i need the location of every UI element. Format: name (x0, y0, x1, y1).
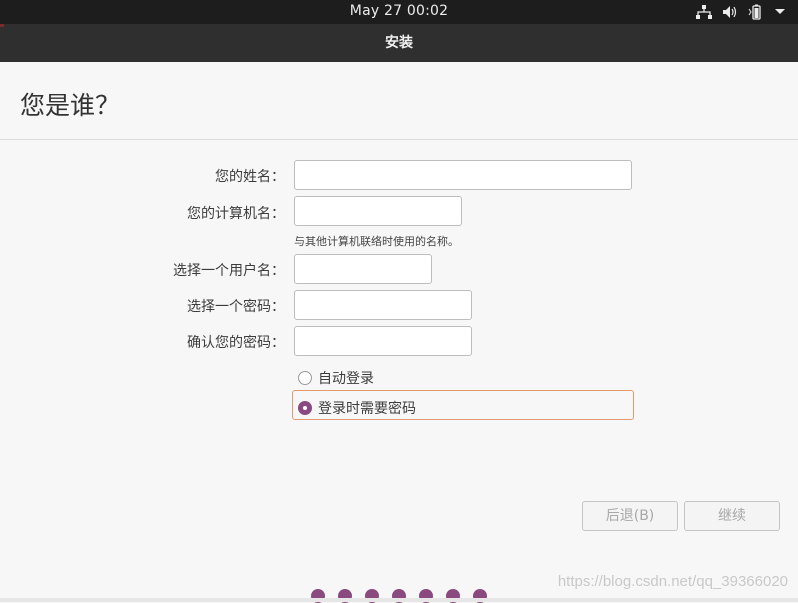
titlebar-accent (0, 24, 4, 27)
confirm-password-label: 确认您的密码： (187, 335, 285, 351)
password-label: 选择一个密码： (187, 299, 285, 315)
bottom-strip (0, 598, 798, 602)
system-menu-arrow-icon[interactable] (774, 8, 786, 16)
require-password-label: 登录时需要密码 (318, 401, 416, 417)
name-label: 您的姓名： (215, 169, 285, 185)
name-field[interactable] (294, 160, 632, 190)
username-field[interactable] (294, 254, 432, 284)
network-icon[interactable] (696, 5, 712, 19)
require-password-option[interactable]: 登录时需要密码 (298, 398, 416, 418)
window-title: 安装 (385, 35, 413, 51)
computer-name-label: 您的计算机名： (187, 206, 285, 222)
system-tray[interactable] (696, 2, 786, 22)
auto-login-radio[interactable] (298, 371, 312, 385)
top-bar: May 27 00:02 (0, 0, 798, 24)
window-titlebar: 安装 (0, 24, 798, 62)
username-label: 选择一个用户名： (173, 263, 285, 279)
watermark: https://blog.csdn.net/qq_39366020 (557, 573, 788, 590)
auto-login-label: 自动登录 (318, 371, 374, 387)
back-button[interactable]: 后退(B) (582, 501, 678, 531)
require-password-radio[interactable] (298, 401, 312, 415)
page-title: 您是谁？ (20, 91, 121, 120)
password-field[interactable] (294, 290, 472, 320)
computer-name-field[interactable] (294, 196, 462, 226)
clock[interactable]: May 27 00:02 (0, 3, 798, 19)
battery-icon[interactable] (748, 4, 764, 20)
continue-button[interactable]: 继续 (684, 501, 780, 531)
computer-name-hint: 与其他计算机联络时使用的名称。 (294, 235, 459, 248)
header-divider (0, 139, 798, 140)
confirm-password-field[interactable] (294, 326, 472, 356)
auto-login-option[interactable]: 自动登录 (298, 368, 374, 388)
volume-icon[interactable] (722, 5, 738, 19)
